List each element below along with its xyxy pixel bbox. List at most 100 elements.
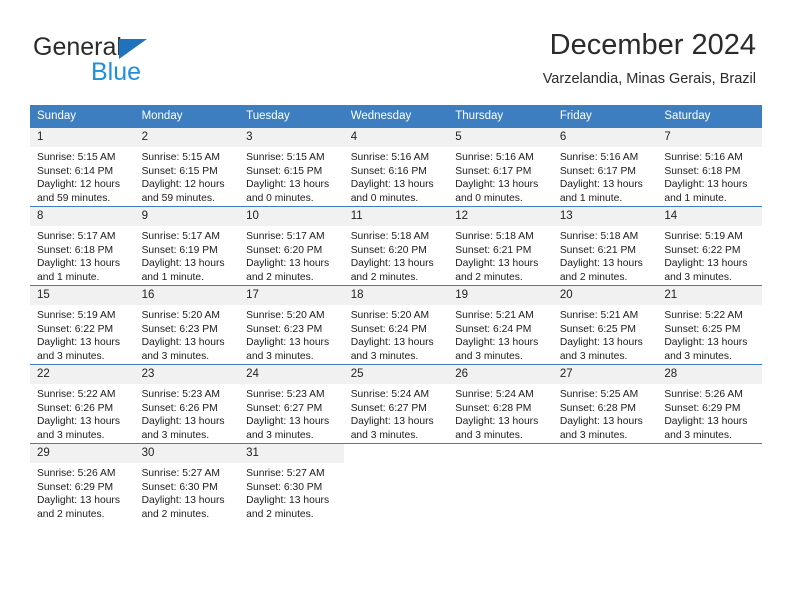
day-details: Sunrise: 5:19 AM Sunset: 6:22 PM Daylight:… — [30, 305, 135, 363]
daylight-text-line1: Daylight: 13 hours — [141, 495, 225, 507]
daylight-text-line1: Daylight: 13 hours — [141, 258, 225, 270]
day-number: 29 — [30, 444, 135, 463]
calendar-day-cell[interactable]: 5 Sunrise: 5:16 AM Sunset: 6:17 PM Daylight… — [448, 127, 553, 207]
calendar-day-cell[interactable]: 16 Sunrise: 5:20 AM Sunset: 6:23 PM Dayligh… — [134, 285, 240, 365]
calendar-day-cell[interactable]: 30 Sunrise: 5:27 AM Sunset: 6:30 PM Dayligh… — [134, 443, 240, 522]
calendar-day-cell[interactable]: 20 Sunrise: 5:21 AM Sunset: 6:25 PM Dayligh… — [552, 285, 658, 365]
calendar-day-cell[interactable]: 7 Sunrise: 5:16 AM Sunset: 6:18 PM Daylight… — [657, 127, 762, 207]
day-details: Sunrise: 5:23 AM Sunset: 6:27 PM Daylight:… — [239, 384, 344, 442]
daylight-text-line1: Daylight: 13 hours — [141, 416, 225, 428]
daylight-text-line2: and 2 minutes. — [455, 271, 523, 283]
calendar-day-cell[interactable]: 1 Sunrise: 5:15 AM Sunset: 6:14 PM Daylight… — [30, 127, 135, 207]
daylight-text-line2: and 3 minutes. — [37, 429, 105, 441]
sunrise-text: Sunrise: 5:24 AM — [455, 389, 534, 400]
day-details: Sunrise: 5:18 AM Sunset: 6:21 PM Daylight:… — [553, 226, 658, 284]
calendar-day-cell[interactable]: 10 Sunrise: 5:17 AM Sunset: 6:20 PM Dayligh… — [239, 206, 344, 286]
calendar-day-cell[interactable]: 4 Sunrise: 5:16 AM Sunset: 6:16 PM Daylight… — [343, 127, 449, 207]
calendar-day-cell[interactable]: 22 Sunrise: 5:22 AM Sunset: 6:26 PM Dayligh… — [30, 364, 135, 444]
daylight-text-line2: and 0 minutes. — [455, 192, 523, 204]
calendar-day-cell[interactable]: 29 Sunrise: 5:26 AM Sunset: 6:29 PM Dayligh… — [30, 443, 135, 522]
calendar-day-cell[interactable]: 31 Sunrise: 5:27 AM Sunset: 6:30 PM Dayligh… — [239, 443, 344, 522]
sunset-text: Sunset: 6:29 PM — [37, 481, 114, 493]
calendar-day-cell[interactable]: 27 Sunrise: 5:25 AM Sunset: 6:28 PM Dayligh… — [552, 364, 658, 444]
daylight-text-line2: and 3 minutes. — [141, 350, 210, 362]
calendar-day-cell[interactable]: 14 Sunrise: 5:19 AM Sunset: 6:22 PM Dayligh… — [657, 206, 762, 286]
daylight-text-line2: and 3 minutes. — [37, 350, 105, 362]
calendar-day-cell[interactable]: 28 Sunrise: 5:26 AM Sunset: 6:29 PM Dayligh… — [657, 364, 762, 444]
daylight-text-line1: Daylight: 13 hours — [37, 258, 120, 270]
day-number: 10 — [239, 207, 344, 226]
calendar-day-cell[interactable]: 6 Sunrise: 5:16 AM Sunset: 6:17 PM Daylight… — [552, 127, 658, 207]
sunrise-text: Sunrise: 5:16 AM — [455, 152, 534, 163]
calendar-week-row: 22 Sunrise: 5:22 AM Sunset: 6:26 PM Dayligh… — [30, 364, 762, 444]
sunrise-text: Sunrise: 5:15 AM — [246, 152, 325, 163]
day-number — [448, 444, 553, 463]
daylight-text-line1: Daylight: 13 hours — [664, 179, 748, 191]
calendar-day-cell[interactable]: 26 Sunrise: 5:24 AM Sunset: 6:28 PM Dayligh… — [448, 364, 553, 444]
day-details: Sunrise: 5:22 AM Sunset: 6:26 PM Daylight:… — [30, 384, 135, 442]
title-block: December 2024 Varzelandia, Minas Gerais,… — [543, 28, 756, 89]
calendar-day-cell[interactable]: 24 Sunrise: 5:23 AM Sunset: 6:27 PM Dayligh… — [239, 364, 344, 444]
calendar-week-row: 1 Sunrise: 5:15 AM Sunset: 6:14 PM Daylight… — [30, 127, 762, 207]
daylight-text-line1: Daylight: 13 hours — [664, 337, 748, 349]
sunset-text: Sunset: 6:28 PM — [455, 402, 532, 414]
day-number: 18 — [343, 286, 449, 305]
calendar-day-cell[interactable]: 2 Sunrise: 5:15 AM Sunset: 6:15 PM Daylight… — [134, 127, 240, 207]
calendar-day-cell[interactable]: 8 Sunrise: 5:17 AM Sunset: 6:18 PM Daylight… — [30, 206, 135, 286]
page-header: General Blue December 2024 Varzelandia, … — [0, 0, 792, 100]
sunrise-text: Sunrise: 5:16 AM — [664, 152, 743, 163]
daylight-text-line1: Daylight: 13 hours — [246, 179, 330, 191]
calendar-day-cell[interactable]: 11 Sunrise: 5:18 AM Sunset: 6:20 PM Dayligh… — [343, 206, 449, 286]
sunset-text: Sunset: 6:26 PM — [37, 402, 114, 414]
sunrise-text: Sunrise: 5:17 AM — [37, 231, 116, 242]
calendar-day-cell[interactable]: 21 Sunrise: 5:22 AM Sunset: 6:25 PM Dayligh… — [657, 285, 762, 365]
sunrise-text: Sunrise: 5:22 AM — [37, 389, 116, 400]
calendar-day-cell[interactable]: 23 Sunrise: 5:23 AM Sunset: 6:26 PM Dayligh… — [134, 364, 240, 444]
calendar-day-cell-empty — [657, 443, 762, 522]
sunset-text: Sunset: 6:18 PM — [664, 165, 741, 177]
calendar-page: General Blue December 2024 Varzelandia, … — [0, 0, 792, 612]
calendar-day-cell[interactable]: 3 Sunrise: 5:15 AM Sunset: 6:15 PM Daylight… — [239, 127, 344, 207]
day-details: Sunrise: 5:20 AM Sunset: 6:23 PM Daylight:… — [239, 305, 344, 363]
calendar-day-cell[interactable]: 12 Sunrise: 5:18 AM Sunset: 6:21 PM Dayligh… — [448, 206, 553, 286]
day-number: 15 — [30, 286, 135, 305]
daylight-text-line2: and 2 minutes. — [559, 271, 628, 283]
sunrise-text: Sunrise: 5:26 AM — [664, 389, 743, 400]
daylight-text-line1: Daylight: 13 hours — [664, 416, 748, 428]
sunrise-text: Sunrise: 5:21 AM — [559, 310, 639, 321]
day-number: 1 — [30, 128, 135, 147]
weekday-header-thursday: Thursday — [448, 105, 553, 128]
daylight-text-line1: Daylight: 13 hours — [246, 416, 330, 428]
day-number — [552, 444, 658, 463]
calendar-day-cell[interactable]: 15 Sunrise: 5:19 AM Sunset: 6:22 PM Dayligh… — [30, 285, 135, 365]
triangle-flag-icon — [119, 39, 147, 59]
calendar-day-cell[interactable]: 17 Sunrise: 5:20 AM Sunset: 6:23 PM Dayligh… — [239, 285, 344, 365]
calendar-day-cell[interactable]: 25 Sunrise: 5:24 AM Sunset: 6:27 PM Dayligh… — [343, 364, 449, 444]
sunset-text: Sunset: 6:28 PM — [559, 402, 636, 414]
sunrise-text: Sunrise: 5:21 AM — [455, 310, 534, 321]
day-number: 28 — [657, 365, 762, 384]
day-number: 3 — [239, 128, 344, 147]
calendar-week-row: 15 Sunrise: 5:19 AM Sunset: 6:22 PM Dayligh… — [30, 285, 762, 365]
sunset-text: Sunset: 6:24 PM — [350, 323, 427, 335]
calendar-day-cell[interactable]: 9 Sunrise: 5:17 AM Sunset: 6:19 PM Daylight… — [134, 206, 240, 286]
daylight-text-line1: Daylight: 13 hours — [37, 495, 120, 507]
daylight-text-line2: and 3 minutes. — [455, 429, 523, 441]
brand-name-blue: Blue — [91, 58, 142, 86]
daylight-text-line2: and 1 minute. — [37, 271, 100, 283]
sunrise-text: Sunrise: 5:15 AM — [141, 152, 220, 163]
weekday-header-wednesday: Wednesday — [343, 105, 449, 128]
day-number: 17 — [239, 286, 344, 305]
daylight-text-line2: and 3 minutes. — [246, 429, 314, 441]
calendar-day-cell[interactable]: 13 Sunrise: 5:18 AM Sunset: 6:21 PM Dayligh… — [552, 206, 658, 286]
daylight-text-line2: and 3 minutes. — [350, 429, 419, 441]
daylight-text-line2: and 3 minutes. — [350, 350, 419, 362]
day-details: Sunrise: 5:27 AM Sunset: 6:30 PM Daylight:… — [239, 463, 344, 521]
day-details: Sunrise: 5:21 AM Sunset: 6:24 PM Daylight:… — [448, 305, 553, 363]
calendar-day-cell-empty — [552, 443, 658, 522]
calendar-day-cell[interactable]: 18 Sunrise: 5:20 AM Sunset: 6:24 PM Dayligh… — [343, 285, 449, 365]
sunset-text: Sunset: 6:24 PM — [455, 323, 532, 335]
calendar-day-cell[interactable]: 19 Sunrise: 5:21 AM Sunset: 6:24 PM Dayligh… — [448, 285, 553, 365]
day-number: 25 — [343, 365, 449, 384]
day-number: 12 — [448, 207, 553, 226]
